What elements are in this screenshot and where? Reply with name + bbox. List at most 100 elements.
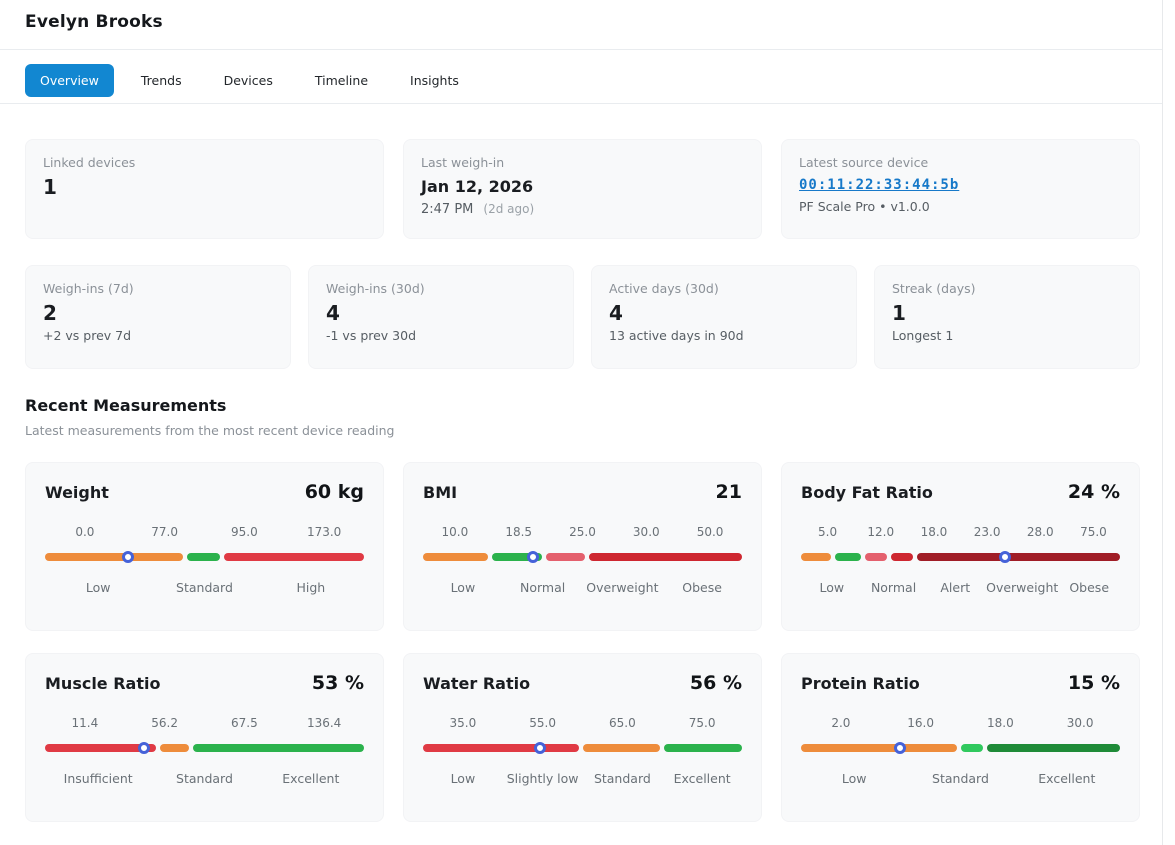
gauge-bar xyxy=(423,553,742,561)
page-header: Evelyn Brooks xyxy=(0,0,1162,50)
recent-measurements-header: Recent Measurements Latest measurements … xyxy=(25,396,1140,438)
zone-label: Low xyxy=(423,580,503,595)
section-title: Recent Measurements xyxy=(25,396,1140,415)
gauge-marker-dot xyxy=(534,742,546,754)
tab-devices[interactable]: Devices xyxy=(209,64,288,97)
stat-sub: -1 vs prev 30d xyxy=(326,328,556,343)
gauge-zone-row: LowNormalOverweightObese xyxy=(423,580,742,595)
zone-label: Excellent xyxy=(1014,771,1120,786)
source-device-card: Latest source device 00:11:22:33:44:5b P… xyxy=(781,139,1140,239)
tick-label: 50.0 xyxy=(678,525,742,539)
measurement-value: 60 kg xyxy=(305,481,364,503)
tick-label: 35.0 xyxy=(423,716,503,730)
gauge-tick-row: 35.055.065.075.0 xyxy=(423,716,742,730)
source-device-name: PF Scale Pro • v1.0.0 xyxy=(799,199,1122,214)
linked-devices-label: Linked devices xyxy=(43,155,366,170)
gauge-marker-dot xyxy=(527,551,539,563)
last-weigh-in-label: Last weigh-in xyxy=(421,155,744,170)
gauge-segment xyxy=(160,744,188,752)
gauge-segment xyxy=(224,553,364,561)
measurement-card: Muscle Ratio 53 % 11.456.267.5136.4 Insu… xyxy=(25,653,384,822)
tick-label: 2.0 xyxy=(801,716,881,730)
stat-cards-row: Weigh-ins (7d) 2 +2 vs prev 7d Weigh-ins… xyxy=(25,265,1140,369)
tick-label: 18.0 xyxy=(907,525,960,539)
gauge-bar xyxy=(423,744,742,752)
tick-label: 95.0 xyxy=(205,525,285,539)
tab-timeline[interactable]: Timeline xyxy=(300,64,383,97)
gauge-bar xyxy=(801,744,1120,752)
gauge-tick-row: 2.016.018.030.0 xyxy=(801,716,1120,730)
gauge-segment xyxy=(917,553,1120,561)
tick-label: 16.0 xyxy=(881,716,961,730)
zone-label: Low xyxy=(801,580,863,595)
gauge-bar xyxy=(801,553,1120,561)
last-weigh-in-date: Jan 12, 2026 xyxy=(421,177,744,196)
tab-bar: Overview Trends Devices Timeline Insight… xyxy=(0,50,1162,104)
gauge-segment xyxy=(801,553,831,561)
gauge-zone-row: LowSlightly lowStandardExcellent xyxy=(423,771,742,786)
stat-value: 1 xyxy=(892,301,1122,325)
gauge-zone-row: LowNormalAlertOverweightObese xyxy=(801,580,1120,595)
zone-label: Obese xyxy=(1058,580,1120,595)
zone-label: Overweight xyxy=(583,580,663,595)
page-title: Evelyn Brooks xyxy=(25,12,1137,32)
gauge-zone-row: LowStandardExcellent xyxy=(801,771,1120,786)
tick-label: 56.2 xyxy=(125,716,205,730)
gauge-segment xyxy=(187,553,219,561)
gauge-bar xyxy=(45,744,364,752)
tab-insights[interactable]: Insights xyxy=(395,64,474,97)
zone-label: Standard xyxy=(151,771,257,786)
zone-label: Low xyxy=(45,580,151,595)
measurement-title: BMI xyxy=(423,483,457,502)
last-weigh-in-card: Last weigh-in Jan 12, 2026 2:47 PM(2d ag… xyxy=(403,139,762,239)
gauge-segments xyxy=(801,553,1120,561)
tick-label: 75.0 xyxy=(662,716,742,730)
zone-label: Normal xyxy=(863,580,925,595)
measurement-value: 56 % xyxy=(690,672,742,694)
measurement-card-header: Protein Ratio 15 % xyxy=(801,672,1120,694)
tab-overview[interactable]: Overview xyxy=(25,64,114,97)
stat-card-active-days: Active days (30d) 4 13 active days in 90… xyxy=(591,265,857,369)
stat-card-weighins-30d: Weigh-ins (30d) 4 -1 vs prev 30d xyxy=(308,265,574,369)
stat-label: Active days (30d) xyxy=(609,281,839,296)
tick-label: 18.5 xyxy=(487,525,551,539)
stat-label: Weigh-ins (30d) xyxy=(326,281,556,296)
last-weigh-in-time: 2:47 PM xyxy=(421,202,473,217)
measurement-title: Protein Ratio xyxy=(801,674,920,693)
section-subtitle: Latest measurements from the most recent… xyxy=(25,423,1140,438)
gauge-segments xyxy=(423,744,742,752)
gauge-marker-dot xyxy=(138,742,150,754)
zone-label: Insufficient xyxy=(45,771,151,786)
gauge-bar xyxy=(45,553,364,561)
stat-label: Streak (days) xyxy=(892,281,1122,296)
gauge-segment xyxy=(961,744,983,752)
tick-label: 12.0 xyxy=(854,525,907,539)
measurement-card: Body Fat Ratio 24 % 5.012.018.023.028.07… xyxy=(781,462,1140,631)
source-device-mac-link[interactable]: 00:11:22:33:44:5b xyxy=(799,177,959,193)
zone-label: Normal xyxy=(503,580,583,595)
tick-label: 5.0 xyxy=(801,525,854,539)
gauge-segment xyxy=(865,553,887,561)
stat-value: 2 xyxy=(43,301,273,325)
measurement-value: 21 xyxy=(716,481,742,503)
stat-card-streak: Streak (days) 1 Longest 1 xyxy=(874,265,1140,369)
measurement-value: 15 % xyxy=(1068,672,1120,694)
measurement-cards-grid: Weight 60 kg 0.077.095.0173.0 LowStandar… xyxy=(25,462,1140,822)
gauge-segment xyxy=(193,744,364,752)
gauge-segment xyxy=(987,744,1120,752)
tick-label: 136.4 xyxy=(284,716,364,730)
tab-trends[interactable]: Trends xyxy=(126,64,197,97)
stat-sub: 13 active days in 90d xyxy=(609,328,839,343)
patient-dashboard: Evelyn Brooks Overview Trends Devices Ti… xyxy=(0,0,1175,845)
tick-label: 18.0 xyxy=(961,716,1041,730)
stat-label: Weigh-ins (7d) xyxy=(43,281,273,296)
measurement-value: 53 % xyxy=(312,672,364,694)
gauge-segments xyxy=(45,553,364,561)
zone-label: Excellent xyxy=(258,771,364,786)
tick-label: 173.0 xyxy=(284,525,364,539)
source-device-label: Latest source device xyxy=(799,155,1122,170)
gauge-marker-dot xyxy=(122,551,134,563)
stat-value: 4 xyxy=(326,301,556,325)
zone-label: Slightly low xyxy=(503,771,583,786)
measurement-card: BMI 21 10.018.525.030.050.0 LowNormalOve… xyxy=(403,462,762,631)
